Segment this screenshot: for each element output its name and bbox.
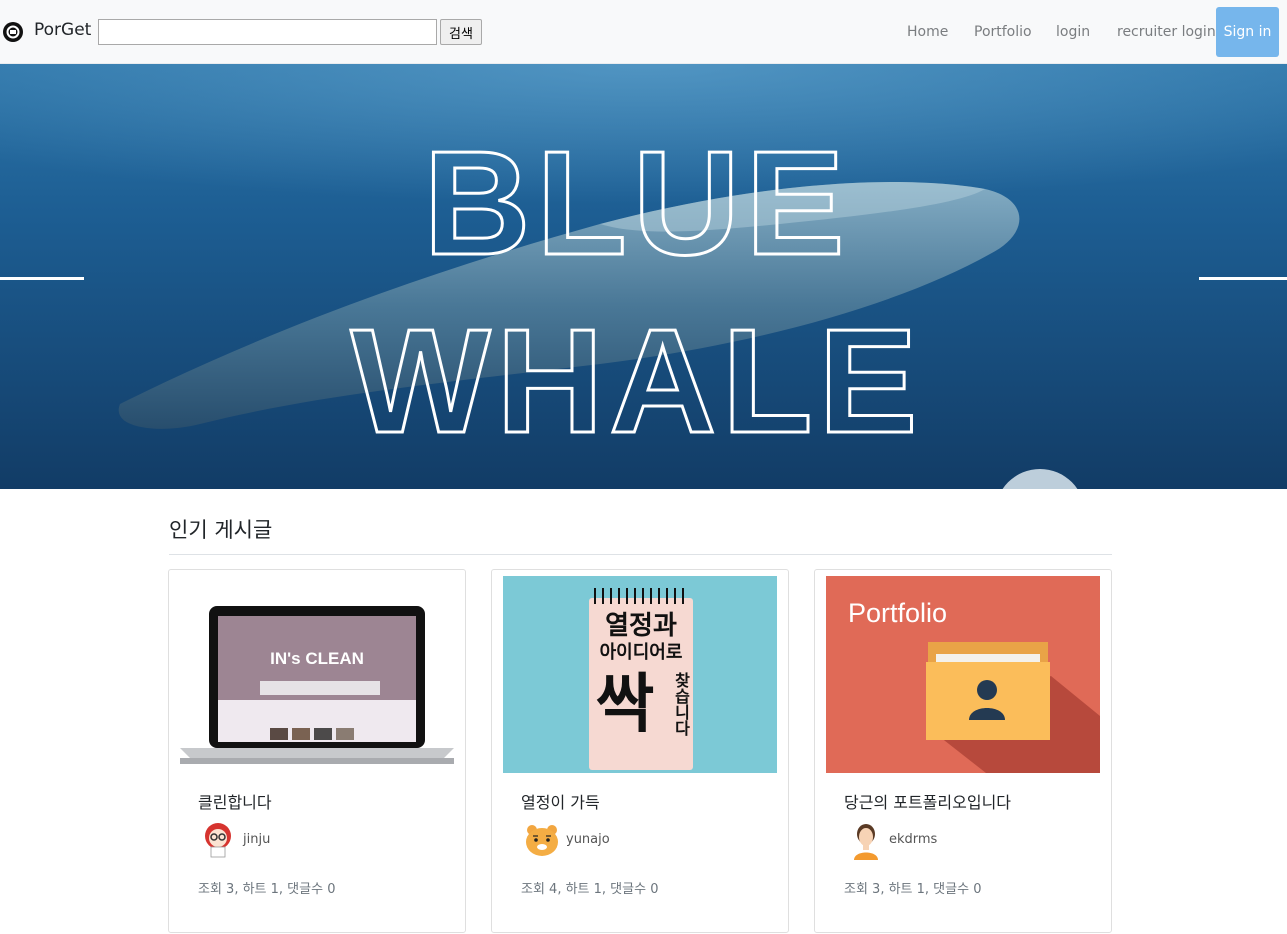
post-title[interactable]: 당근의 포트폴리오입니다: [844, 789, 1011, 813]
post-card[interactable]: IN's CLEAN 클린합니다 jinju 조회 3, 하트 1, 댓글수 0: [168, 569, 466, 933]
avatar: [526, 825, 558, 856]
hero-title-line2: WHALE: [351, 299, 924, 464]
hero-banner: BLUE WHALE: [0, 64, 1287, 489]
brand-logo-icon[interactable]: [2, 21, 24, 43]
nav-link-login[interactable]: login: [1056, 24, 1090, 40]
post-title[interactable]: 클린합니다: [198, 789, 272, 813]
post-thumbnail[interactable]: IN's CLEAN: [180, 576, 454, 773]
thumbnail-caption: IN's CLEAN: [270, 649, 364, 668]
avatar: [854, 824, 878, 860]
post-card[interactable]: 열정과 아이디어로 싹 찾습니다 열정이 가득 yunajo 조회 4, 하트 …: [491, 569, 789, 933]
popular-posts-heading: 인기 게시글: [169, 518, 273, 542]
post-author[interactable]: yunajo: [566, 832, 610, 847]
post-stats: 조회 3, 하트 1, 댓글수 0: [198, 882, 336, 897]
navbar: PorGet 검색 Home Portfolio login recruiter…: [0, 0, 1287, 64]
thumbnail-caption-4: 찾습니다: [672, 671, 691, 737]
nav-link-home[interactable]: Home: [907, 24, 948, 40]
nav-link-portfolio[interactable]: Portfolio: [974, 24, 1032, 40]
nav-link-recruiter-login[interactable]: recruiter login: [1117, 24, 1216, 40]
avatar: [205, 823, 231, 858]
hero-title-line1: BLUE: [424, 121, 851, 286]
post-author[interactable]: jinju: [243, 832, 270, 847]
post-title[interactable]: 열정이 가득: [521, 789, 600, 813]
post-thumbnail[interactable]: 열정과 아이디어로 싹 찾습니다: [503, 576, 777, 773]
divider: [169, 554, 1112, 555]
brand-name[interactable]: PorGet: [34, 20, 91, 40]
post-stats: 조회 4, 하트 1, 댓글수 0: [521, 882, 659, 897]
thumbnail-caption-1: 열정과: [605, 611, 677, 641]
post-stats: 조회 3, 하트 1, 댓글수 0: [844, 882, 982, 897]
thumbnail-caption-3: 싹: [596, 668, 655, 742]
thumbnail-caption-2: 아이디어로: [600, 642, 683, 663]
thumbnail-caption: Portfolio: [848, 598, 947, 628]
post-thumbnail[interactable]: Portfolio: [826, 576, 1100, 773]
post-card[interactable]: Portfolio 당근의 포트폴리오입니다 ekdrms 조회 3, 하트 1…: [814, 569, 1112, 933]
sign-in-button[interactable]: Sign in: [1216, 7, 1279, 57]
search-input[interactable]: [98, 19, 437, 45]
search-button[interactable]: 검색: [440, 19, 482, 45]
post-author[interactable]: ekdrms: [889, 832, 937, 847]
hero-image: BLUE WHALE: [0, 64, 1287, 489]
